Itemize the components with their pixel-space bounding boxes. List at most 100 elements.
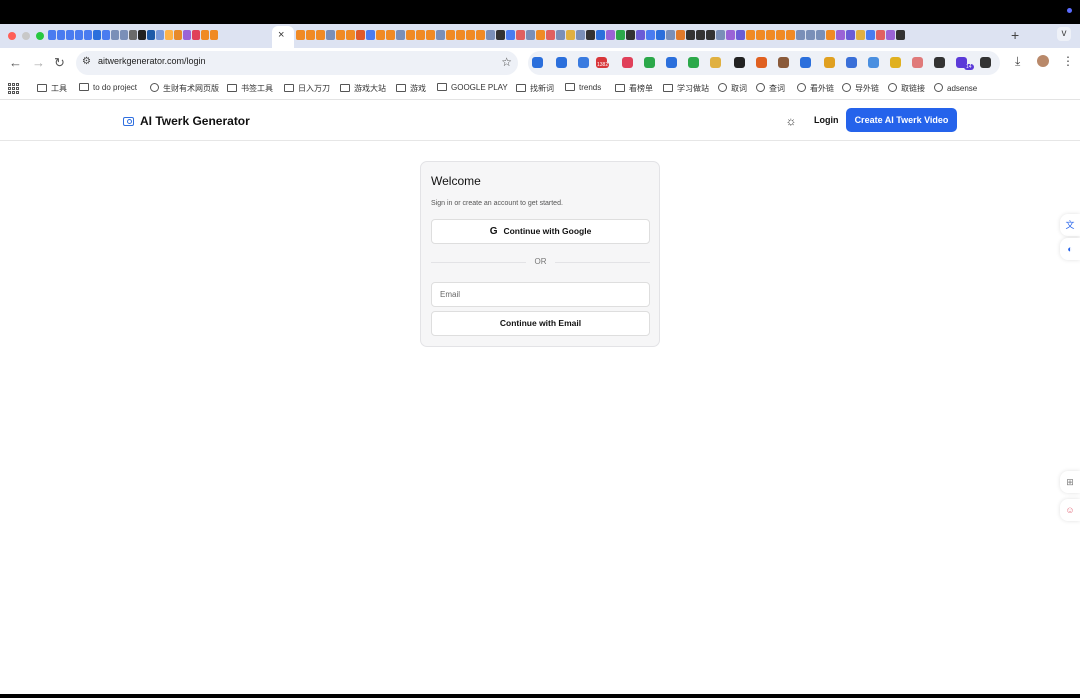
extensions-bar[interactable]: 1382 14 [528, 51, 1000, 75]
tab-favicon[interactable] [316, 30, 325, 40]
tab-favicon[interactable] [496, 30, 505, 40]
extension-icon[interactable] [644, 57, 655, 68]
tab-favicon[interactable] [174, 30, 182, 40]
bookmark-item[interactable]: GOOGLE PLAY [437, 83, 508, 92]
extension-icon[interactable] [846, 57, 857, 68]
continue-with-google-button[interactable]: G Continue with Google [431, 219, 650, 244]
tab-favicon[interactable] [396, 30, 405, 40]
tab-favicon[interactable] [746, 30, 755, 40]
tab-favicon[interactable] [386, 30, 395, 40]
bookmark-item[interactable]: 查词 [756, 83, 785, 94]
tab-favicon[interactable] [476, 30, 485, 40]
bookmark-item[interactable]: 取词 [718, 83, 747, 94]
close-window-button[interactable] [8, 32, 16, 40]
bookmark-item[interactable]: 找新词 [516, 83, 554, 94]
close-tab-icon[interactable]: × [278, 29, 284, 41]
tab-favicon[interactable] [376, 30, 385, 40]
tab-favicon[interactable] [147, 30, 155, 40]
login-link[interactable]: Login [814, 115, 839, 125]
bookmark-item[interactable]: trends [565, 83, 601, 92]
tab-favicon[interactable] [75, 30, 83, 40]
active-tab[interactable]: × [272, 26, 294, 48]
bookmark-item[interactable]: 导外链 [842, 83, 879, 94]
extension-icon[interactable] [578, 57, 589, 68]
bookmark-item[interactable]: 生财有术网页版 [150, 83, 219, 94]
tab-favicon[interactable] [346, 30, 355, 40]
bookmark-item[interactable]: 看外链 [797, 83, 834, 94]
create-video-button[interactable]: Create AI Twerk Video [846, 108, 957, 132]
tab-favicon[interactable] [556, 30, 565, 40]
tab-favicon[interactable] [336, 30, 345, 40]
tab-favicon[interactable] [66, 30, 74, 40]
extension-icon[interactable] [688, 57, 699, 68]
tab-favicon[interactable] [516, 30, 525, 40]
minimize-window-button[interactable] [22, 32, 30, 40]
tab-favicon[interactable] [546, 30, 555, 40]
site-info-icon[interactable]: ⚙ [82, 56, 91, 67]
tab-favicon[interactable] [696, 30, 705, 40]
tab-favicon[interactable] [93, 30, 101, 40]
bookmark-item[interactable]: 游戏 [396, 83, 426, 94]
tab-favicon[interactable] [57, 30, 65, 40]
site-logo[interactable]: AI Twerk Generator [123, 114, 250, 128]
tab-favicon[interactable] [856, 30, 865, 40]
tab-favicon[interactable] [296, 30, 305, 40]
tab-favicon[interactable] [306, 30, 315, 40]
avatar-icon[interactable]: ☺ [1060, 499, 1080, 521]
tab-favicon[interactable] [183, 30, 191, 40]
bookmark-item[interactable]: 日入万刀 [284, 83, 330, 94]
tab-favicon[interactable] [596, 30, 605, 40]
tab-favicon[interactable] [356, 30, 365, 40]
tab-favicon[interactable] [886, 30, 895, 40]
download-icon[interactable]: ⤓ [1015, 54, 1020, 69]
extension-icon[interactable] [934, 57, 945, 68]
tab-favicon[interactable] [896, 30, 905, 40]
kebab-menu-icon[interactable]: ⋮ [1062, 54, 1074, 68]
tab-favicons-right[interactable] [296, 30, 905, 40]
tab-favicon[interactable] [446, 30, 455, 40]
tab-favicon[interactable] [102, 30, 110, 40]
bookmark-item[interactable]: 游戏大站 [340, 83, 386, 94]
pinned-tabs[interactable] [48, 30, 218, 40]
tab-favicon[interactable] [706, 30, 715, 40]
arrow-right-icon[interactable]: → [32, 55, 45, 70]
extension-icon[interactable] [778, 57, 789, 68]
extension-icon[interactable] [532, 57, 543, 68]
tab-list-chevron-icon[interactable]: v [1057, 27, 1071, 41]
extension-icon[interactable] [868, 57, 879, 68]
tab-favicon[interactable] [806, 30, 815, 40]
tab-favicon[interactable] [846, 30, 855, 40]
tab-favicon[interactable] [426, 30, 435, 40]
tab-favicon[interactable] [726, 30, 735, 40]
tab-favicon[interactable] [876, 30, 885, 40]
tab-favicon[interactable] [526, 30, 535, 40]
new-tab-button[interactable]: + [1011, 27, 1019, 43]
tab-favicon[interactable] [666, 30, 675, 40]
tab-favicon[interactable] [201, 30, 209, 40]
tab-favicon[interactable] [686, 30, 695, 40]
tab-favicon[interactable] [636, 30, 645, 40]
extension-icon[interactable] [556, 57, 567, 68]
tab-favicon[interactable] [111, 30, 119, 40]
apps-grid-icon[interactable] [8, 83, 19, 94]
tab-favicon[interactable] [766, 30, 775, 40]
bookmark-item[interactable]: to do project [79, 83, 137, 92]
tab-favicon[interactable] [656, 30, 665, 40]
assistant-icon[interactable]: ◐ [1060, 238, 1080, 260]
tab-favicon[interactable] [756, 30, 765, 40]
tab-favicon[interactable] [156, 30, 164, 40]
tab-favicon[interactable] [406, 30, 415, 40]
extension-icon[interactable] [666, 57, 677, 68]
tab-favicon[interactable] [786, 30, 795, 40]
tab-favicon[interactable] [536, 30, 545, 40]
extension-icon[interactable] [710, 57, 721, 68]
tab-favicon[interactable] [646, 30, 655, 40]
tab-favicon[interactable] [466, 30, 475, 40]
tab-favicon[interactable] [210, 30, 218, 40]
tab-favicon[interactable] [506, 30, 515, 40]
translate-icon[interactable]: 文 [1060, 214, 1080, 236]
arrow-left-icon[interactable]: ← [9, 55, 22, 70]
tab-favicon[interactable] [826, 30, 835, 40]
tab-favicon[interactable] [626, 30, 635, 40]
bookmark-item[interactable]: 工具 [37, 83, 67, 94]
